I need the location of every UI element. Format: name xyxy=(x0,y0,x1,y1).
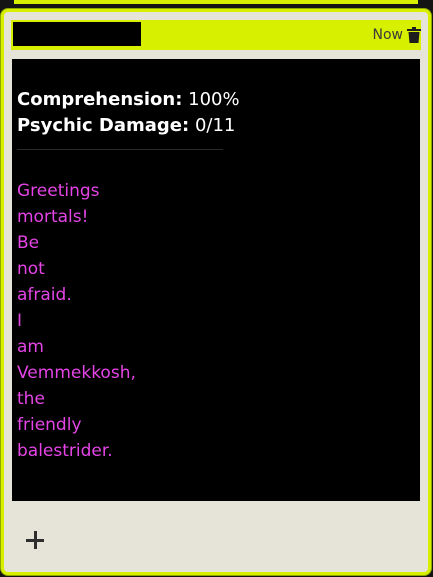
top-accent-strip xyxy=(14,0,418,4)
message-text: Greetings mortals! Be not afraid. I am V… xyxy=(17,181,136,461)
psychic-damage-value: 0/11 xyxy=(194,115,236,136)
trash-icon xyxy=(407,27,421,43)
note-header: Now xyxy=(11,20,421,50)
delete-button[interactable] xyxy=(407,27,421,43)
psychic-damage-stat: Psychic Damage: 0/11 xyxy=(17,113,420,139)
psychic-damage-label: Psychic Damage: xyxy=(17,115,190,136)
note-card: Now Comprehension: 100% Psychic Damage: … xyxy=(1,9,431,575)
note-content[interactable]: Comprehension: 100% Psychic Damage: 0/11… xyxy=(12,59,420,501)
comprehension-value: 100% xyxy=(188,89,240,110)
app-viewport: Now Comprehension: 100% Psychic Damage: … xyxy=(0,0,433,577)
header-actions: Now xyxy=(372,20,421,50)
add-button[interactable] xyxy=(24,529,46,551)
comprehension-stat: Comprehension: 100% xyxy=(17,87,420,113)
name-field[interactable] xyxy=(13,22,141,46)
plus-icon xyxy=(26,531,44,549)
divider xyxy=(17,149,223,150)
comprehension-label: Comprehension: xyxy=(17,89,183,110)
timestamp-label: Now xyxy=(372,27,404,43)
